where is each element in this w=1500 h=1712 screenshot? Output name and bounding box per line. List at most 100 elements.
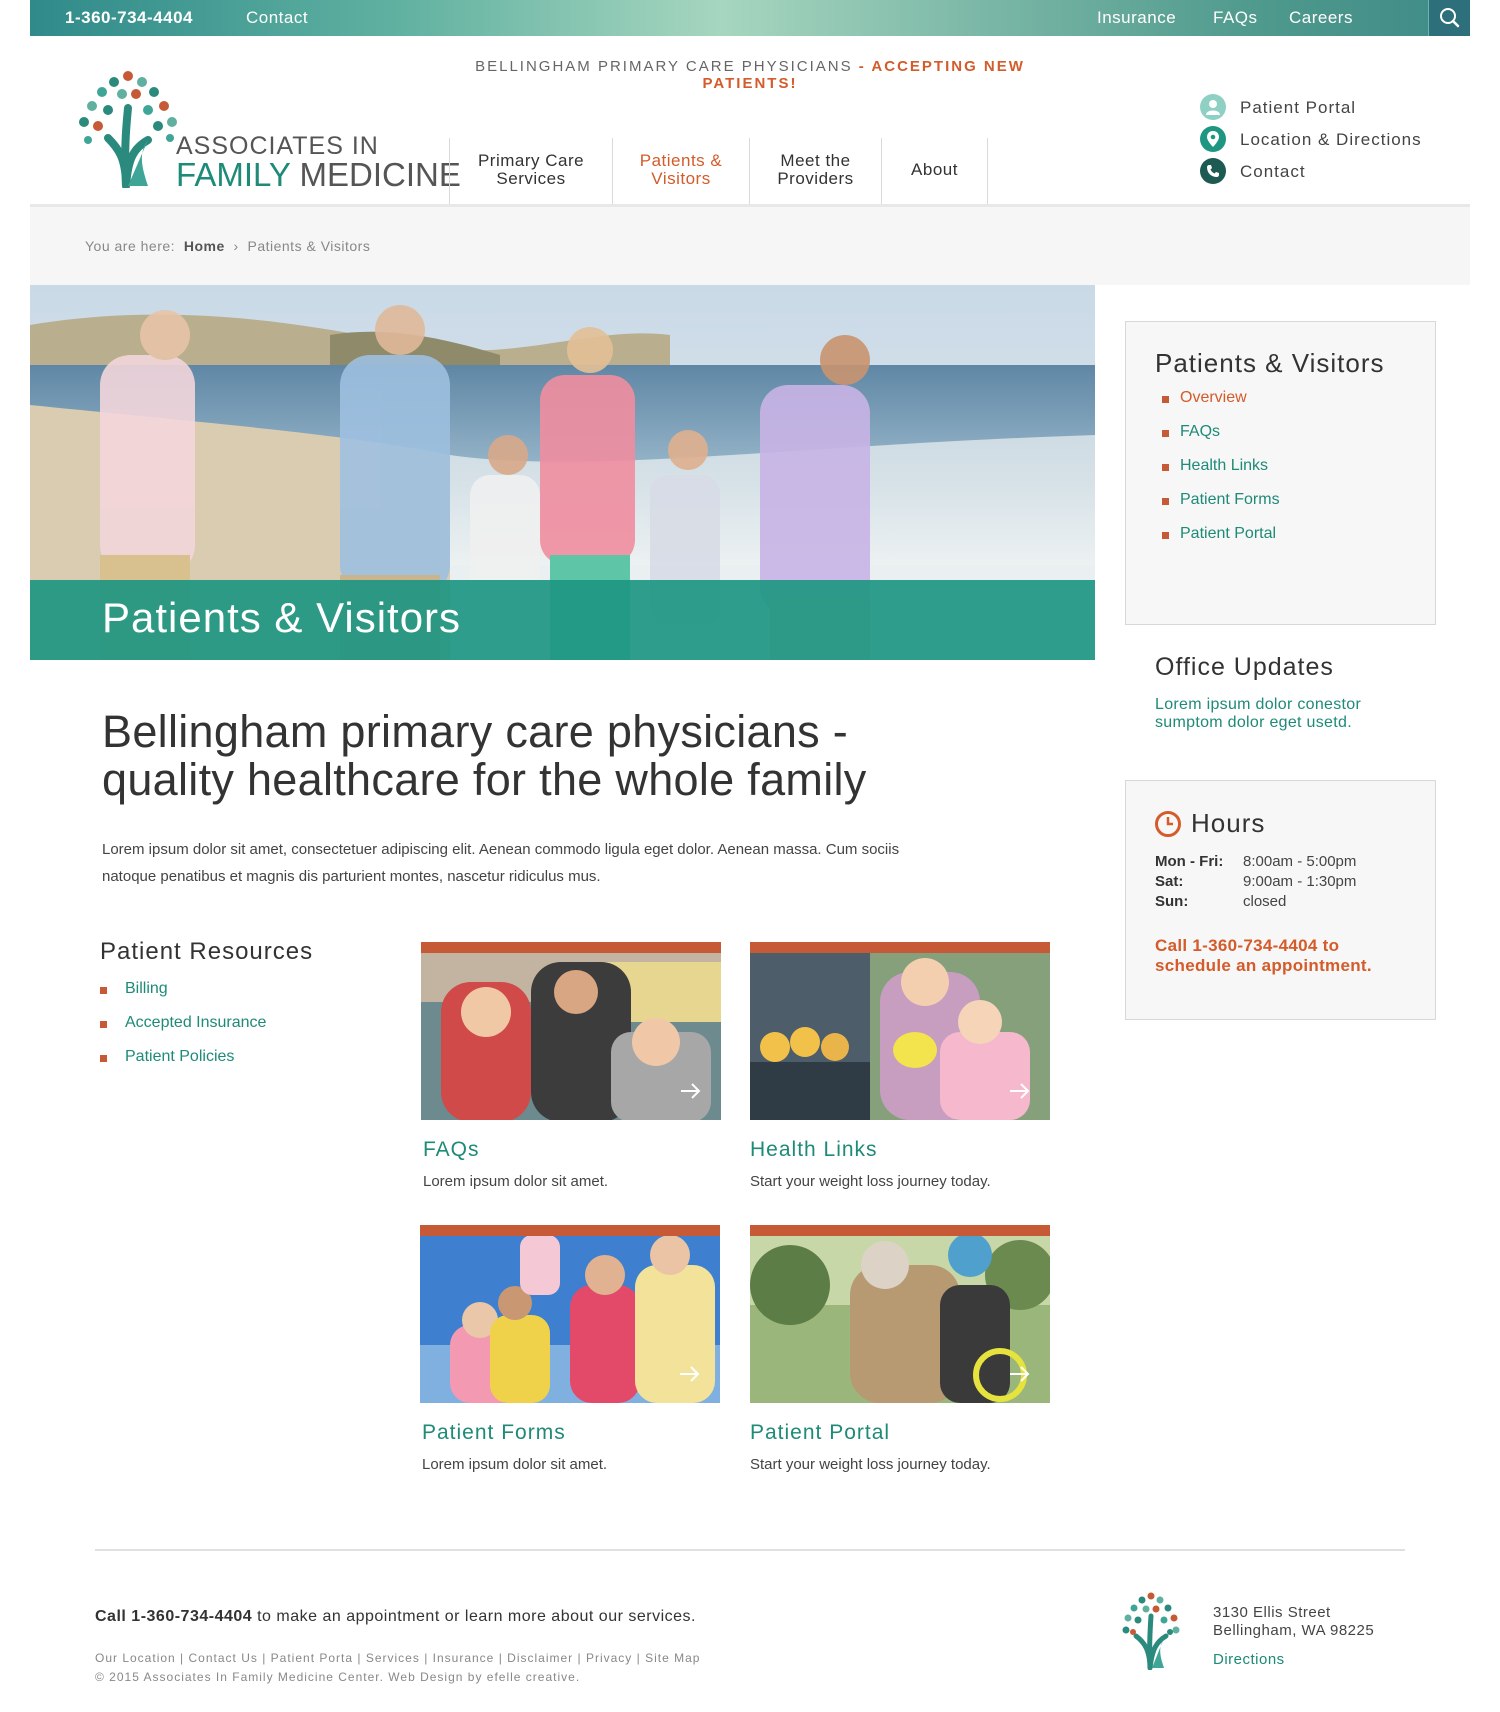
card-accent-bar [750, 1225, 1050, 1236]
card-health-links-title[interactable]: Health Links [750, 1138, 878, 1162]
card-photo [750, 1225, 1050, 1403]
util-contact-link[interactable]: Contact [1240, 162, 1306, 182]
card-faqs-title[interactable]: FAQs [423, 1138, 480, 1162]
footer-link-our-location[interactable]: Our Location [95, 1651, 176, 1665]
resource-label: Billing [125, 980, 168, 997]
footer-nav: Our Location | Contact Us | Patient Port… [95, 1651, 701, 1665]
page-heading-line: quality healthcare for the whole family [102, 754, 867, 805]
nav-patients-visitors[interactable]: Patients & Visitors [612, 138, 749, 206]
footer-call-rest: to make an appointment or learn more abo… [252, 1608, 696, 1625]
footer-link-patient-portal[interactable]: Patient Porta [271, 1651, 353, 1665]
top-phone-link[interactable]: 1-360-734-4404 [65, 8, 193, 28]
intro-paragraph: Lorem ipsum dolor sit amet, consectetuer… [102, 836, 1002, 890]
tagline-text: BELLINGHAM PRIMARY CARE PHYSICIANS [475, 58, 853, 75]
hero-title-banner: Patients & Visitors [30, 580, 1095, 660]
card-photo [750, 942, 1050, 1120]
card-faqs-text: Lorem ipsum dolor sit amet. [423, 1173, 609, 1190]
top-faqs-link[interactable]: FAQs [1213, 8, 1258, 28]
sidebar-item-patient-portal[interactable]: Patient Portal [1162, 525, 1402, 549]
card-patient-forms-title[interactable]: Patient Forms [422, 1421, 566, 1445]
card-accent-bar [420, 1225, 720, 1236]
sidebar-item-faqs[interactable]: FAQs [1162, 423, 1402, 447]
arrow-right-icon [681, 1083, 701, 1099]
intro-line: Lorem ipsum dolor sit amet, consectetuer… [102, 841, 900, 858]
resource-label: Patient Policies [125, 1048, 235, 1065]
card-health-links-image[interactable] [750, 942, 1050, 1120]
bullet [1162, 464, 1169, 471]
logo-line-2: FAMILY MEDICINE [176, 156, 461, 194]
hours-cta-line: schedule an appointment. [1155, 956, 1372, 975]
header-tagline: BELLINGHAM PRIMARY CARE PHYSICIANS - ACC… [450, 58, 1050, 92]
card-patient-portal-image[interactable] [750, 1225, 1050, 1403]
card-faqs-image[interactable] [421, 942, 721, 1120]
card-patient-forms-text: Lorem ipsum dolor sit amet. [422, 1456, 608, 1473]
hours-time-value: 8:00am - 5:00pm [1243, 853, 1357, 870]
intro-line: natoque penatibus et magnis dis parturie… [102, 868, 601, 885]
sidebar-title: Patients & Visitors [1155, 348, 1385, 378]
resource-link-patient-policies[interactable]: Patient Policies [100, 1048, 350, 1072]
page-heading-line: Bellingham primary care physicians - [102, 706, 849, 757]
nav-about[interactable]: About [881, 138, 988, 206]
hours-title: Hours [1191, 808, 1266, 838]
resource-link-billing[interactable]: Billing [100, 980, 350, 1004]
sidebar-item-label: Overview [1180, 389, 1247, 406]
hours-box: Hours Mon - Fri: 8:00am - 5:00pm Sat: 9:… [1125, 780, 1436, 1020]
nav-label-line: Primary Care [477, 151, 585, 170]
phone-icon [1200, 158, 1226, 184]
footer-tree-logo-icon [1122, 1592, 1180, 1670]
util-location-link[interactable]: Location & Directions [1240, 130, 1422, 150]
site-logo[interactable]: ASSOCIATES IN FAMILY MEDICINE [78, 68, 461, 193]
breadcrumb-prefix: You are here: [85, 238, 176, 254]
search-button[interactable] [1428, 0, 1470, 36]
top-insurance-link[interactable]: Insurance [1097, 8, 1176, 28]
footer-link-disclaimer[interactable]: Disclaimer [507, 1651, 573, 1665]
footer-link-site-map[interactable]: Site Map [645, 1651, 700, 1665]
card-accent-bar [750, 942, 1050, 953]
bullet [1162, 532, 1169, 539]
arrow-right-icon [1010, 1366, 1030, 1382]
hours-call-cta[interactable]: Call 1-360-734-4404 to schedule an appoi… [1155, 936, 1372, 976]
nav-label-line: About [911, 160, 958, 179]
util-patient-portal-link[interactable]: Patient Portal [1240, 98, 1356, 118]
footer-copyright: © 2015 Associates In Family Medicine Cen… [95, 1670, 581, 1684]
breadcrumb: You are here: Home › Patients & Visitors [30, 207, 1470, 285]
nav-primary-care-services[interactable]: Primary Care Services [449, 138, 612, 206]
sidebar-item-label: FAQs [1180, 423, 1221, 440]
footer-phone-link[interactable]: Call 1-360-734-4404 [95, 1608, 252, 1625]
footer-address-line: 3130 Ellis Street [1213, 1604, 1331, 1621]
card-patient-forms-image[interactable] [420, 1225, 720, 1403]
nav-meet-the-providers[interactable]: Meet the Providers [749, 138, 881, 206]
footer-link-privacy[interactable]: Privacy [586, 1651, 632, 1665]
office-updates-text: Lorem ipsum dolor conestor sumptom dolor… [1155, 696, 1361, 732]
hours-time-value: 9:00am - 1:30pm [1243, 873, 1357, 890]
hours-day-label: Sun: [1155, 893, 1189, 910]
card-health-links-text: Start your weight loss journey today. [750, 1173, 991, 1190]
tagline-separator: - [852, 58, 872, 75]
sidebar-item-patient-forms[interactable]: Patient Forms [1162, 491, 1402, 515]
footer-divider [95, 1549, 1405, 1551]
top-careers-link[interactable]: Careers [1289, 8, 1353, 28]
bullet [1162, 498, 1169, 505]
footer-address: 3130 Ellis Street Bellingham, WA 98225 [1213, 1604, 1374, 1640]
hours-cta-line: Call 1-360-734-4404 to [1155, 936, 1340, 955]
footer-link-services[interactable]: Services [366, 1651, 420, 1665]
card-accent-bar [421, 942, 721, 953]
hours-time-value: closed [1243, 893, 1287, 910]
resource-link-accepted-insurance[interactable]: Accepted Insurance [100, 1014, 350, 1038]
breadcrumb-home-link[interactable]: Home [184, 238, 225, 254]
footer-link-insurance[interactable]: Insurance [433, 1651, 495, 1665]
sidebar-nav: Patients & Visitors Overview FAQs Health… [1125, 321, 1436, 625]
card-patient-portal-title[interactable]: Patient Portal [750, 1421, 890, 1445]
footer-address-line: Bellingham, WA 98225 [1213, 1622, 1375, 1639]
top-contact-link[interactable]: Contact [246, 8, 308, 28]
sidebar-item-label: Health Links [1180, 457, 1269, 474]
sidebar-item-overview[interactable]: Overview [1162, 389, 1402, 413]
bullet [100, 1055, 107, 1062]
footer-link-contact-us[interactable]: Contact Us [189, 1651, 258, 1665]
footer-directions-link[interactable]: Directions [1213, 1651, 1285, 1668]
search-icon [1440, 8, 1460, 28]
sidebar-item-label: Patient Portal [1180, 525, 1277, 542]
sidebar-item-health-links[interactable]: Health Links [1162, 457, 1402, 481]
card-patient-portal-text: Start your weight loss journey today. [750, 1456, 991, 1473]
hours-day-label: Sat: [1155, 873, 1184, 890]
